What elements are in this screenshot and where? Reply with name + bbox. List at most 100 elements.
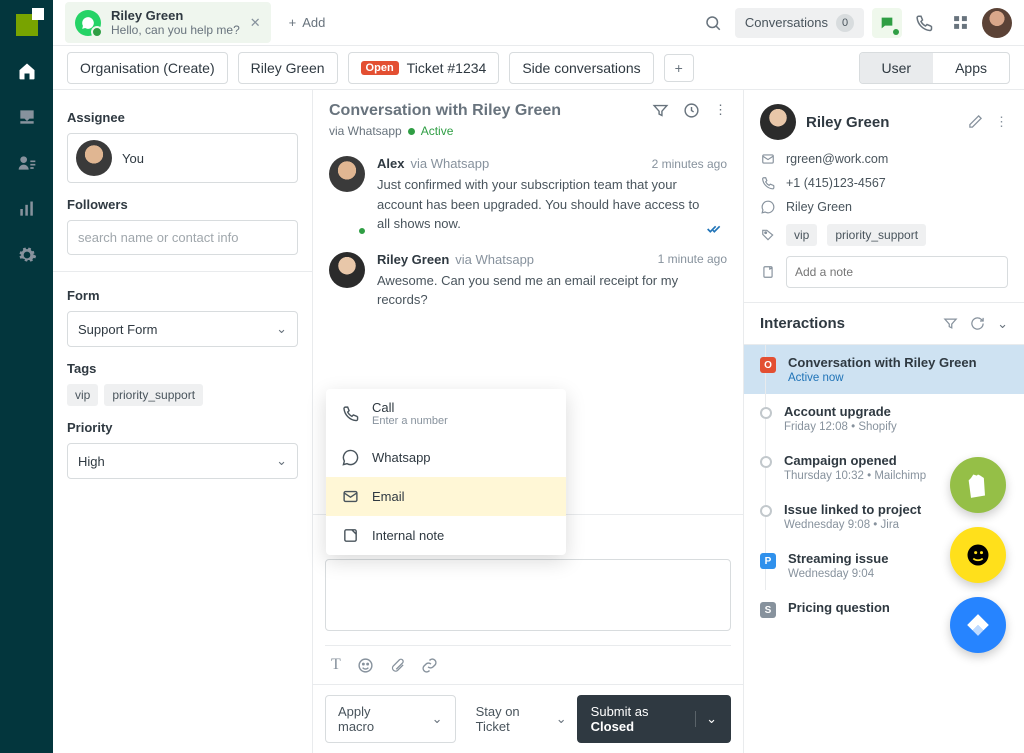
reports-icon[interactable] — [16, 198, 38, 220]
form-select[interactable]: Support Form ⌄ — [67, 311, 298, 347]
interaction-sub: Wednesday 9:08 • Jira — [784, 519, 921, 531]
profile-avatar — [760, 104, 796, 140]
tab-side-conversations[interactable]: Side conversations — [509, 52, 653, 84]
search-icon[interactable] — [699, 9, 727, 37]
whatsapp-icon — [760, 200, 776, 214]
refresh-icon[interactable] — [970, 316, 985, 332]
channel-sub: Enter a number — [372, 415, 448, 427]
mailchimp-fab[interactable] — [950, 527, 1006, 583]
filter-icon[interactable] — [652, 102, 669, 119]
interactions-title: Interactions — [760, 315, 845, 332]
chevron-down-icon: ⌄ — [556, 711, 567, 727]
conversations-count: 0 — [836, 14, 854, 32]
tags-label: Tags — [67, 361, 298, 376]
stay-label: Stay on Ticket — [476, 704, 550, 734]
more-icon[interactable]: ⋮ — [995, 114, 1008, 130]
submit-button[interactable]: Submit as Closed ⌄ — [577, 695, 731, 743]
timeline-dot-icon — [760, 505, 772, 517]
compose-toolbar: T — [325, 645, 731, 678]
message-author: Riley Green — [377, 252, 449, 267]
tab-organisation[interactable]: Organisation (Create) — [67, 52, 228, 84]
note-input[interactable] — [786, 256, 1008, 288]
tab-preview: Hello, can you help me? — [111, 23, 240, 37]
user-avatar[interactable] — [982, 8, 1012, 38]
interaction-title: Streaming issue — [788, 551, 888, 566]
chat-icon[interactable] — [872, 8, 902, 38]
conversation-via: via Whatsapp — [329, 124, 402, 138]
phone-icon — [760, 176, 776, 190]
chevron-down-icon: ⌄ — [276, 321, 287, 337]
apps-grid-icon[interactable] — [946, 9, 974, 37]
channel-whatsapp[interactable]: Whatsapp — [326, 438, 566, 477]
plus-icon: + — [289, 15, 297, 30]
tag-priority-support[interactable]: priority_support — [104, 384, 203, 406]
active-dot-icon — [408, 128, 415, 135]
chevron-down-icon: ⌄ — [276, 453, 287, 469]
profile-email: rgreen@work.com — [786, 152, 888, 166]
priority-select[interactable]: High ⌄ — [67, 443, 298, 479]
channel-label: Whatsapp — [372, 450, 431, 465]
close-icon[interactable]: ✕ — [250, 15, 261, 31]
followers-input[interactable] — [67, 220, 298, 255]
more-icon[interactable]: ⋮ — [714, 102, 727, 119]
note-icon — [760, 265, 776, 279]
nav-rail — [0, 0, 53, 753]
submit-prefix: Submit as — [591, 704, 649, 719]
channel-email[interactable]: Email — [326, 477, 566, 516]
tab-title: Riley Green — [111, 8, 240, 23]
add-tab-button[interactable]: + Add — [279, 9, 336, 36]
interaction-sub: Active now — [788, 372, 977, 384]
tag-vip[interactable]: vip — [67, 384, 98, 406]
segment-apps[interactable]: Apps — [933, 53, 1009, 83]
conversations-pill[interactable]: Conversations 0 — [735, 8, 864, 38]
text-format-icon[interactable]: T — [331, 656, 341, 674]
jira-fab[interactable] — [950, 597, 1006, 653]
channel-label: Internal note — [372, 528, 444, 543]
interaction-title: Campaign opened — [784, 453, 926, 468]
assignee-label: Assignee — [67, 110, 298, 125]
assignee-avatar — [76, 140, 112, 176]
message-via: via Whatsapp — [410, 156, 489, 171]
timeline-dot-icon — [760, 456, 772, 468]
profile-tag: vip — [786, 224, 817, 246]
chevron-down-icon[interactable]: ⌄ — [997, 316, 1008, 332]
channel-call[interactable]: CallEnter a number — [326, 389, 566, 438]
tab-ticket[interactable]: Open Ticket #1234 — [348, 52, 500, 84]
ticket-properties-panel: Assignee You Followers Form Support Form… — [53, 90, 313, 753]
phone-icon[interactable] — [910, 9, 938, 37]
apply-macro-button[interactable]: Apply macro ⌄ — [325, 695, 456, 743]
channel-internal-note[interactable]: Internal note — [326, 516, 566, 555]
customers-icon[interactable] — [16, 152, 38, 174]
add-tab-plus[interactable]: + — [664, 54, 694, 82]
stay-on-ticket-button[interactable]: Stay on Ticket ⌄ — [476, 704, 567, 734]
attachment-icon[interactable] — [390, 657, 405, 674]
chevron-down-icon: ⌄ — [432, 711, 443, 727]
shopify-fab[interactable] — [950, 457, 1006, 513]
message-time: 2 minutes ago — [652, 157, 727, 171]
conversation-title: Conversation with Riley Green — [329, 102, 561, 120]
context-panel: Riley Green ⋮ rgreen@work.com +1 (415)12… — [744, 90, 1024, 753]
form-label: Form — [67, 288, 298, 303]
inbox-icon[interactable] — [16, 106, 38, 128]
channel-label: Call — [372, 400, 448, 415]
interaction-item[interactable]: Account upgradeFriday 12:08 • Shopify — [744, 394, 1024, 443]
emoji-icon[interactable] — [357, 657, 374, 674]
assignee-field[interactable]: You — [67, 133, 298, 183]
compose-editor[interactable] — [325, 559, 731, 631]
home-icon[interactable] — [16, 60, 38, 82]
interaction-item[interactable]: O Conversation with Riley GreenActive no… — [744, 345, 1024, 394]
filter-icon[interactable] — [943, 316, 958, 332]
link-icon[interactable] — [421, 657, 438, 674]
segment-user[interactable]: User — [860, 53, 934, 83]
history-icon[interactable] — [683, 102, 700, 119]
settings-icon[interactable] — [16, 244, 38, 266]
message-author: Alex — [377, 156, 404, 171]
profile-name: Riley Green — [806, 114, 889, 131]
workspace-tab[interactable]: Riley Green Hello, can you help me? ✕ — [65, 2, 271, 43]
message-via: via Whatsapp — [455, 252, 534, 267]
message-text: Awesome. Can you send me an email receip… — [377, 271, 727, 310]
tab-user[interactable]: Riley Green — [238, 52, 338, 84]
conversations-label: Conversations — [745, 15, 828, 30]
edit-icon[interactable] — [968, 114, 983, 130]
assignee-value: You — [122, 151, 144, 166]
